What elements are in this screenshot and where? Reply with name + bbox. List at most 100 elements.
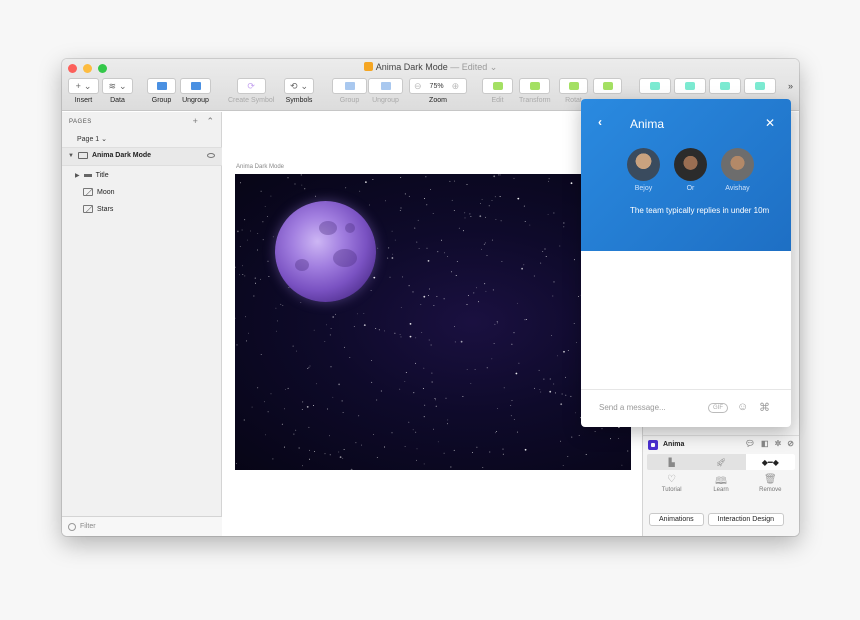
avatar	[627, 148, 660, 181]
canvas[interactable]: Anima Dark Mode	[223, 112, 642, 536]
artboard[interactable]	[235, 174, 631, 470]
anima-logo-icon	[648, 439, 658, 450]
rocket-icon: 🚀︎	[715, 457, 727, 467]
edit-tool[interactable]: Edit	[482, 78, 513, 104]
tutorial-button[interactable]: ♡ Tutorial	[647, 474, 696, 504]
avatar	[674, 148, 707, 181]
symbols-tool[interactable]: ⟲ ⌄ Symbols	[284, 78, 314, 104]
chevron-down-icon: ⌄	[119, 80, 127, 91]
gif-button[interactable]: GIF	[708, 403, 728, 413]
back-arrow-icon[interactable]: ‹	[598, 115, 602, 129]
layer-row-stars[interactable]: Stars	[83, 205, 113, 213]
interaction-design-button[interactable]: Interaction Design	[707, 513, 785, 526]
gear-icon[interactable]: ✲	[775, 439, 782, 448]
intersect-icon	[720, 82, 730, 90]
avatar	[721, 148, 754, 181]
zoom-in-icon[interactable]: ⊕	[448, 81, 464, 92]
moon-crater	[319, 221, 337, 235]
create-symbol-icon: ⟳	[247, 80, 255, 91]
disclosure-down-icon[interactable]: ▼	[68, 153, 74, 159]
link-nodes-icon: ◆━◆	[761, 457, 779, 467]
bool-difference-tool[interactable]	[744, 78, 776, 94]
create-symbol-tool[interactable]: ⟳ Create Symbol	[228, 78, 274, 104]
data-tool[interactable]: ≋ ⌄ Data	[102, 78, 133, 104]
sketch-document-icon	[363, 62, 373, 71]
bool-intersect-tool[interactable]	[709, 78, 741, 94]
add-page-icon[interactable]: +	[193, 116, 198, 126]
image-icon	[83, 205, 93, 213]
page-selector[interactable]: Page 1 ⌄	[77, 135, 107, 143]
anima-tabs: ▙ 🚀︎ ◆━◆	[647, 454, 795, 470]
filter-icon	[68, 522, 76, 531]
close-icon[interactable]: ✕	[765, 116, 775, 130]
layout-icon: ▙	[668, 457, 675, 467]
group-tool[interactable]: Group	[147, 78, 176, 104]
moon-crater	[345, 223, 355, 233]
text-group-icon	[83, 174, 92, 177]
animations-button[interactable]: Animations	[649, 513, 704, 526]
book-icon: 🕮	[715, 476, 727, 487]
transform-icon	[529, 82, 540, 90]
difference-icon	[755, 82, 765, 90]
group-icon	[156, 82, 167, 90]
chat-title: Anima	[630, 117, 665, 131]
layers-sidebar: PAGES + ⌃ Page 1 ⌄ ▼ Anima Dark Mode ▶ T…	[62, 112, 222, 536]
tab-connections[interactable]: ◆━◆	[745, 454, 795, 470]
panel-toggle-icon[interactable]: ◧	[761, 439, 769, 448]
emoji-icon[interactable]: ☺	[737, 401, 748, 413]
team-member: Avishay	[721, 148, 754, 192]
artboard-title[interactable]: Anima Dark Mode	[236, 164, 284, 170]
edit-icon	[492, 82, 503, 90]
team-member: Bejoy	[627, 148, 660, 192]
team-member: Or	[674, 148, 707, 192]
zoom-tool[interactable]: ⊖ 75% ⊕ Zoom	[409, 78, 467, 104]
ungroup-tool[interactable]: Ungroup	[180, 78, 211, 104]
ungroup-tool-disabled[interactable]: Ungroup	[368, 78, 403, 104]
disclosure-right-icon[interactable]: ▶	[75, 172, 80, 179]
divider	[62, 165, 222, 166]
remove-button[interactable]: 🗑︎ Remove	[746, 474, 795, 504]
message-input[interactable]: Send a message...	[599, 403, 666, 412]
layer-filter[interactable]: Filter	[62, 516, 222, 536]
collapse-pages-icon[interactable]: ⌃	[206, 116, 214, 126]
pages-controls: + ⌃	[193, 116, 214, 127]
toolbar-overflow-button[interactable]: »	[788, 81, 793, 91]
message-composer: Send a message... GIF ☺ ⌘	[581, 389, 791, 427]
bool-union-tool[interactable]	[639, 78, 671, 94]
data-stack-icon: ≋	[108, 80, 116, 91]
bool-subtract-tool[interactable]	[674, 78, 706, 94]
visibility-eye-icon[interactable]	[207, 153, 215, 158]
attachment-icon[interactable]: ⌘	[759, 401, 770, 414]
anima-plugin-header: Anima 💬︎ ◧ ✲ ⊘	[643, 435, 799, 453]
ungroup-icon	[380, 82, 391, 90]
layer-row-title[interactable]: ▶ Title	[75, 172, 109, 179]
transform-tool[interactable]: Transform	[519, 78, 551, 104]
insert-tool[interactable]: + ⌄ Insert	[68, 78, 99, 104]
group-icon	[344, 82, 355, 90]
zoom-out-icon[interactable]: ⊖	[410, 81, 426, 92]
window-title: Anima Dark Mode — Edited ⌄	[62, 62, 799, 73]
tab-layout[interactable]: ▙	[647, 454, 696, 470]
anima-bottom-buttons: Animations Interaction Design	[649, 513, 785, 526]
symbols-icon: ⟲	[289, 80, 298, 91]
group-tool-disabled[interactable]: Group	[332, 78, 367, 104]
flatten-tool[interactable]	[593, 78, 622, 94]
heart-icon: ♡	[667, 474, 677, 485]
tab-launch[interactable]: 🚀︎	[696, 454, 745, 470]
team-avatars: Bejoy Or Avishay	[627, 148, 754, 192]
rotate-icon	[568, 82, 579, 90]
ungroup-icon	[190, 82, 201, 90]
close-circle-icon[interactable]: ⊘	[787, 439, 794, 448]
chat-bubble-icon[interactable]: 💬︎	[745, 439, 755, 448]
moon-image[interactable]	[275, 201, 376, 302]
trash-icon: 🗑︎	[763, 474, 777, 485]
layer-row-moon[interactable]: Moon	[83, 188, 115, 196]
image-icon	[83, 188, 93, 196]
learn-button[interactable]: 🕮 Learn	[696, 474, 745, 504]
moon-crater	[333, 249, 357, 267]
chat-header: ‹ Anima ✕ Bejoy Or Avishay The team typi…	[581, 99, 791, 251]
plus-icon: +	[75, 81, 81, 91]
reply-time-note: The team typically replies in under 10m	[630, 206, 770, 215]
artboard-layer-row[interactable]: ▼ Anima Dark Mode	[62, 148, 222, 165]
chevron-down-icon: ⌄	[83, 80, 92, 91]
